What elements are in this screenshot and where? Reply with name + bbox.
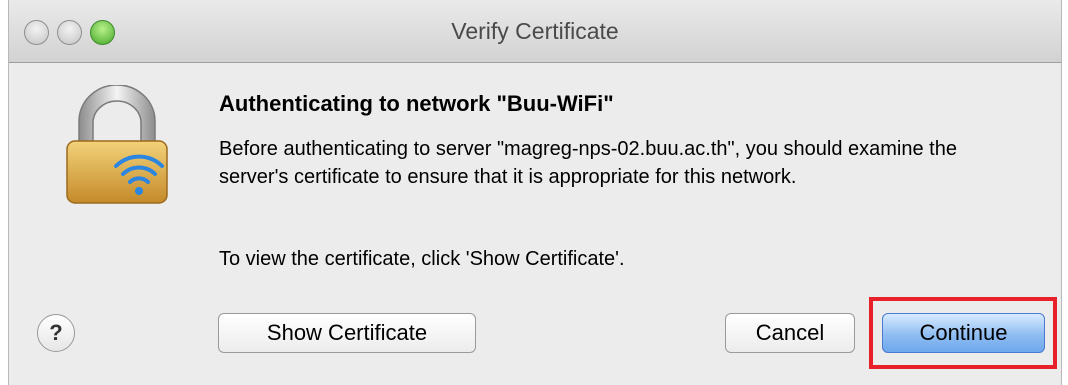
show-certificate-label: Show Certificate: [266, 320, 428, 345]
verify-certificate-window: Verify Certificate Authenticating to net…: [8, 0, 1062, 385]
dialog-hint: To view the certificate, click 'Show Cer…: [219, 248, 625, 270]
highlight-annotation-box: [869, 297, 1057, 369]
help-button[interactable]: ?: [37, 314, 75, 352]
dialog-message: Before authenticating to server "magreg-…: [219, 138, 957, 188]
window-title: Verify Certificate: [451, 18, 619, 44]
help-icon: ?: [49, 320, 63, 345]
cancel-label: Cancel: [755, 320, 825, 345]
show-certificate-button[interactable]: Show Certificate: [218, 313, 476, 353]
title-bar: Verify Certificate: [9, 0, 1061, 63]
lock-wifi-icon: [66, 85, 168, 204]
dialog-heading: Authenticating to network "Buu-WiFi": [219, 91, 614, 116]
cancel-button[interactable]: Cancel: [725, 313, 855, 353]
